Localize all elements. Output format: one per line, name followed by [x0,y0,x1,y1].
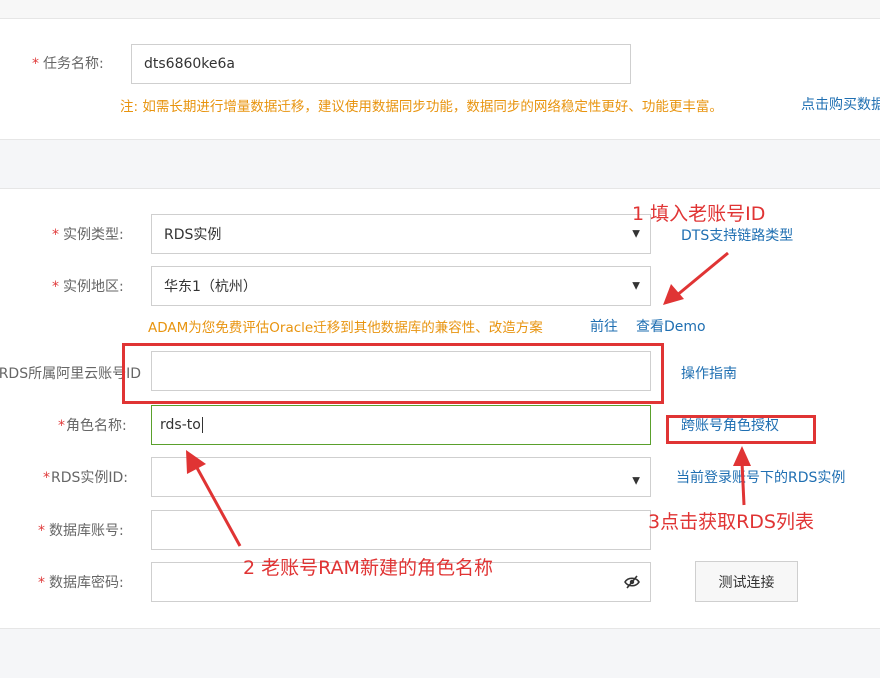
arrow-to-account-id [663,251,729,305]
arrow-to-role-name [186,450,242,547]
annotation-arrows [186,251,751,547]
arrow-to-cross-account-link [733,446,751,506]
